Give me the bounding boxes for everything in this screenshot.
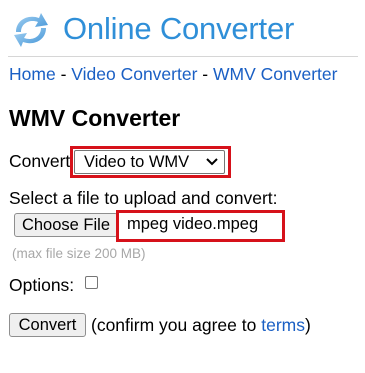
breadcrumb-video-converter-link[interactable]: Video Converter bbox=[71, 64, 197, 84]
max-file-size-note: (max file size 200 MB) bbox=[12, 246, 146, 261]
choose-file-button[interactable]: Choose File bbox=[14, 213, 118, 237]
confirm-prefix-text: (confirm you agree to bbox=[91, 315, 257, 335]
terms-link[interactable]: terms bbox=[261, 315, 305, 335]
conversion-type-value: Video to WMV bbox=[84, 153, 190, 171]
options-checkbox[interactable] bbox=[85, 276, 98, 289]
header-divider bbox=[8, 56, 358, 57]
breadcrumb-separator: - bbox=[60, 64, 67, 84]
terms-confirmation: (confirm you agree to terms) bbox=[91, 315, 311, 335]
breadcrumb-wmv-converter-link[interactable]: WMV Converter bbox=[213, 64, 337, 84]
site-logo-text[interactable]: Online Converter bbox=[63, 11, 294, 47]
confirm-suffix-text: ) bbox=[304, 315, 311, 335]
conversion-type-select[interactable]: Video to WMV bbox=[74, 150, 225, 174]
convert-submit-button[interactable]: Convert bbox=[9, 313, 86, 337]
chevron-down-icon bbox=[206, 158, 218, 166]
options-label: Options: bbox=[9, 275, 75, 295]
breadcrumb-separator: - bbox=[202, 64, 209, 84]
site-header: Online Converter bbox=[0, 0, 365, 56]
breadcrumb: Home - Video Converter - WMV Converter bbox=[9, 64, 337, 84]
refresh-arrows-icon[interactable] bbox=[10, 10, 52, 50]
chosen-file-name: mpeg video.mpeg bbox=[127, 215, 259, 233]
page-title: WMV Converter bbox=[9, 105, 181, 131]
convert-label: Convert bbox=[9, 151, 71, 171]
upload-label: Select a file to upload and convert: bbox=[9, 188, 278, 208]
breadcrumb-home-link[interactable]: Home bbox=[9, 64, 56, 84]
